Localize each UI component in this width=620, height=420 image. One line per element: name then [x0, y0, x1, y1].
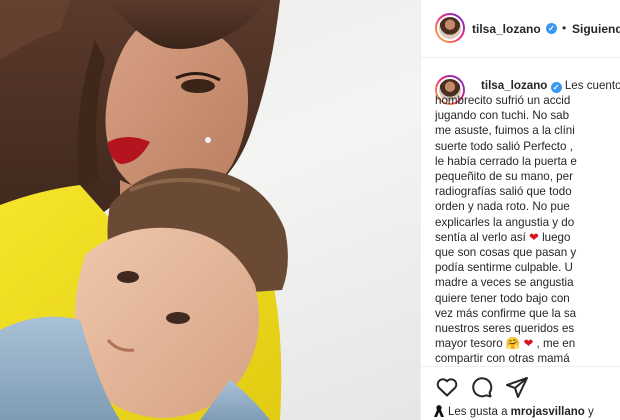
caption-text: tilsa_lozano ✓ Les cuento: [481, 78, 620, 93]
caption-line: pequeñito de su mano, per: [435, 170, 573, 184]
caption-line-text: luego: [542, 230, 571, 244]
post-header: tilsa_lozano ✓ • Siguiendo: [421, 0, 620, 58]
likes-summary: Les gusta a mrojasvillano y: [434, 405, 594, 418]
caption-body: hombrecito sufrió un accid jugando con t…: [435, 93, 620, 364]
heart-outline-icon[interactable]: [435, 375, 459, 399]
comment-icon[interactable]: [469, 375, 493, 399]
caption-line: mayor tesoro 🤗 ❤ , me en: [435, 336, 620, 351]
caption-line: nuestros seres queridos es: [435, 322, 575, 336]
caption-line: quiere tener todo bajo con: [435, 291, 570, 305]
caption-line: jugando con tuchi. No sab: [435, 109, 570, 123]
author-username[interactable]: tilsa_lozano: [472, 22, 541, 36]
hug-emoji-icon: 🤗: [505, 337, 521, 351]
caption-line: hombrecito sufrió un accid: [435, 94, 571, 107]
caption-line: compartir con otras mamá: [435, 352, 570, 364]
caption-line: Les cuento: [564, 79, 620, 92]
likes-user-link[interactable]: mrojasvillano: [511, 406, 585, 418]
caption-verified-icon: ✓: [550, 82, 562, 93]
caption-line-text: sentía al verlo así: [435, 230, 526, 244]
caption-line-text: , me en: [536, 337, 576, 351]
red-heart-emoji-icon: ❤: [529, 230, 539, 244]
caption-line: madre a veces se angustia: [435, 276, 574, 290]
caption-line: podía sentirme culpable. U: [435, 261, 573, 275]
caption-line: sentía al verlo así ❤ luego: [435, 230, 620, 245]
following-button[interactable]: Siguiendo: [572, 22, 620, 36]
caption-line-text: mayor tesoro: [435, 337, 503, 351]
caption-line: radiografías salió que todo: [435, 185, 572, 199]
caption-line: me asuste, fuimos a la clíni: [435, 124, 575, 138]
post-photo[interactable]: [0, 0, 420, 420]
caption-username[interactable]: tilsa_lozano: [481, 79, 547, 92]
post-side-panel: tilsa_lozano ✓ • Siguiendo tilsa_lozano …: [420, 0, 620, 420]
paper-plane-icon[interactable]: [505, 375, 529, 399]
caption-line: le había cerrado la puerta e: [435, 154, 577, 168]
red-heart-emoji-icon: ❤: [523, 337, 534, 351]
author-avatar[interactable]: [435, 13, 465, 43]
likes-suffix: y: [588, 406, 594, 418]
caption-line: suerte todo salió Perfecto ,: [435, 139, 573, 153]
photo-illustration: [0, 0, 288, 420]
caption-line: orden y nada roto. No pue: [435, 200, 570, 214]
caption-area: tilsa_lozano ✓ Les cuento hombrecito suf…: [421, 58, 620, 364]
caption-line: vez más confirme que la sa: [435, 306, 577, 320]
caption-line: explicarles la angustia y do: [435, 215, 575, 229]
likes-prefix: Les gusta a: [448, 406, 508, 418]
black-ribbon-icon: [434, 405, 444, 417]
post-actions: Les gusta a mrojasvillano y: [421, 366, 620, 420]
separator-dot: •: [562, 21, 567, 35]
caption-line: que son cosas que pasan y: [435, 246, 577, 260]
verified-badge-icon: ✓: [546, 23, 557, 34]
